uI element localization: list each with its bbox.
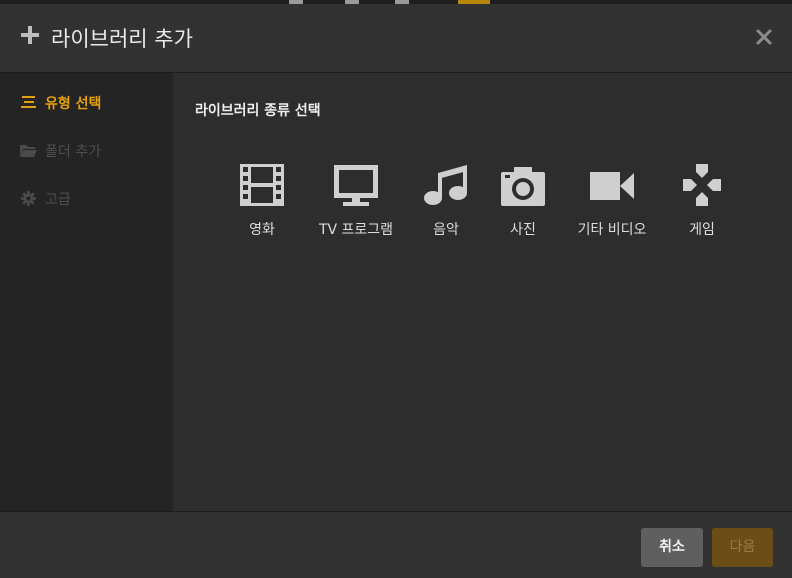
sidebar-item-advanced[interactable]: 고급 bbox=[0, 176, 173, 220]
gear-icon bbox=[21, 191, 36, 206]
close-icon[interactable] bbox=[755, 28, 773, 46]
film-icon bbox=[240, 164, 284, 206]
plus-icon bbox=[21, 26, 39, 44]
folder-icon bbox=[20, 145, 37, 157]
next-button[interactable]: 다음 bbox=[712, 528, 773, 567]
library-type-label: 기타 비디오 bbox=[577, 222, 647, 238]
add-library-dialog: 라이브러리 추가 유형 선택 폴더 추가 고급 라이브러리 종류 선택 영화 T… bbox=[0, 4, 792, 578]
cancel-button[interactable]: 취소 bbox=[641, 528, 703, 567]
gamepad-icon bbox=[683, 164, 721, 206]
tv-icon bbox=[334, 165, 378, 206]
library-type-label: TV 프로그램 bbox=[318, 222, 394, 238]
library-type-movies[interactable]: 영화 bbox=[239, 163, 285, 243]
library-type-label: 사진 bbox=[510, 222, 536, 238]
sidebar-item-label: 폴더 추가 bbox=[45, 144, 101, 160]
library-type-tv-shows[interactable]: TV 프로그램 bbox=[316, 163, 396, 243]
list-icon bbox=[21, 96, 36, 108]
camera-icon bbox=[501, 167, 545, 206]
library-type-music[interactable]: 음악 bbox=[423, 163, 469, 243]
library-type-photos[interactable]: 사진 bbox=[500, 163, 546, 243]
video-camera-icon bbox=[590, 172, 634, 200]
library-type-other-videos[interactable]: 기타 비디오 bbox=[576, 163, 648, 243]
dialog-footer: 취소 다음 bbox=[0, 511, 792, 578]
library-type-label: 영화 bbox=[249, 222, 275, 238]
dialog-title: 라이브러리 추가 bbox=[51, 27, 193, 51]
library-type-games[interactable]: 게임 bbox=[679, 163, 725, 243]
sidebar-item-select-type[interactable]: 유형 선택 bbox=[0, 80, 173, 124]
wizard-steps-sidebar: 유형 선택 폴더 추가 고급 bbox=[0, 73, 173, 511]
library-type-label: 음악 bbox=[433, 222, 459, 238]
library-type-panel: 라이브러리 종류 선택 영화 TV 프로그램 음악 사진 기타 비디오 게임 bbox=[173, 73, 792, 511]
section-title: 라이브러리 종류 선택 bbox=[195, 103, 321, 119]
sidebar-item-label: 유형 선택 bbox=[45, 96, 102, 112]
music-icon bbox=[424, 165, 467, 205]
sidebar-item-add-folder[interactable]: 폴더 추가 bbox=[0, 128, 173, 172]
sidebar-item-label: 고급 bbox=[45, 192, 71, 208]
library-type-label: 게임 bbox=[689, 222, 715, 238]
dialog-header: 라이브러리 추가 bbox=[0, 4, 792, 73]
